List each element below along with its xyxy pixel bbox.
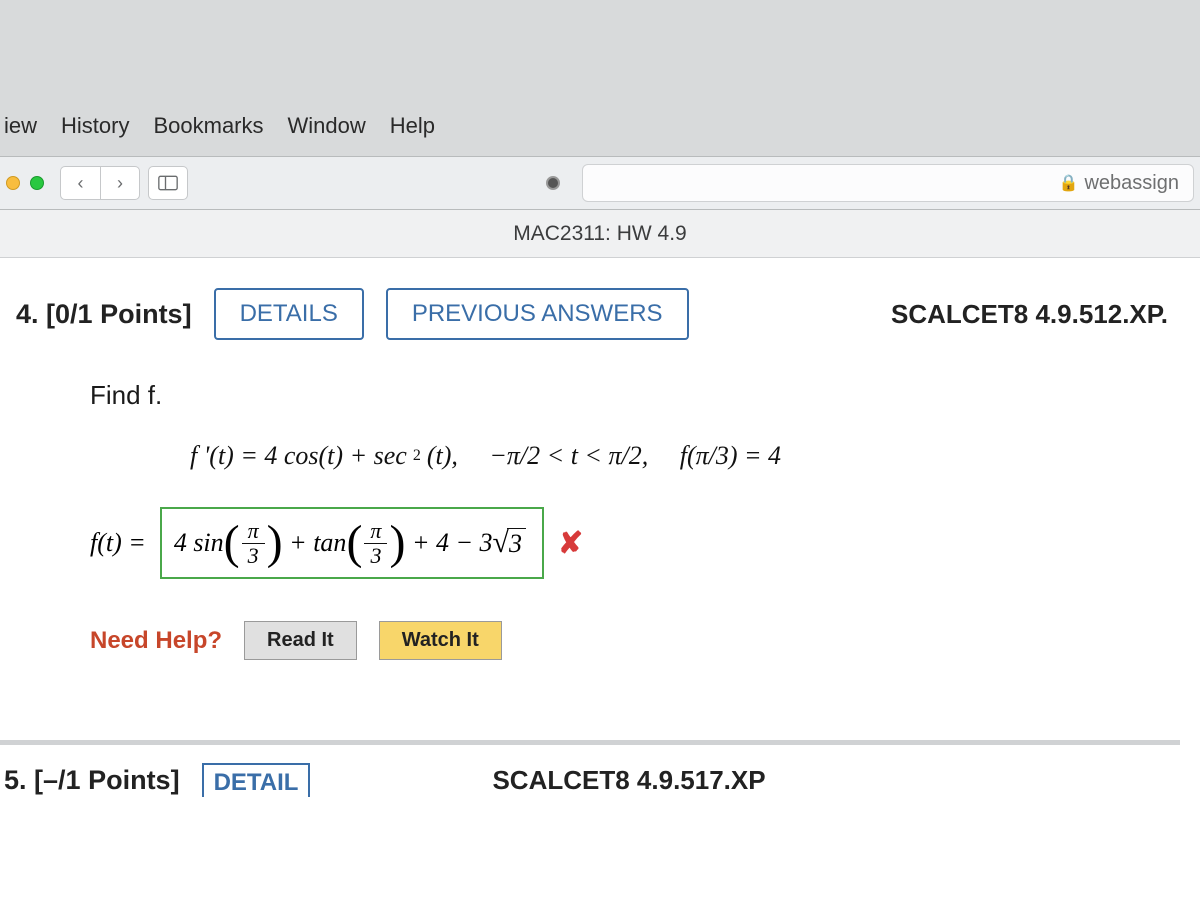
question-5-number: 5. [–/1 Points] bbox=[4, 765, 180, 796]
mac-menubar: iew History Bookmarks Window Help bbox=[0, 108, 1200, 144]
question-5-source-ref: SCALCET8 4.9.517.XP bbox=[492, 765, 765, 796]
question-5-header: 5. [–/1 Points] DETAIL SCALCET8 4.9.517.… bbox=[0, 763, 1180, 797]
question-prompt: Find f. bbox=[0, 380, 1180, 411]
forward-button[interactable]: › bbox=[100, 166, 140, 200]
bottom-fade bbox=[0, 888, 1200, 900]
minimize-button[interactable] bbox=[6, 176, 20, 190]
need-help-label: Need Help? bbox=[90, 627, 222, 655]
browser-toolbar: ‹ › 🔒 webassign bbox=[0, 156, 1200, 210]
watch-it-button[interactable]: Watch It bbox=[379, 621, 502, 660]
answer-label: f(t) = bbox=[90, 528, 146, 558]
sidebar-toggle-button[interactable] bbox=[148, 166, 188, 200]
answer-row: f(t) = 4 sin ( π 3 ) + tan ( π 3 ) + 4 −… bbox=[0, 507, 1180, 579]
incorrect-icon: ✘ bbox=[558, 526, 583, 561]
question-number: 4. [0/1 Points] bbox=[16, 299, 192, 330]
menu-item-help[interactable]: Help bbox=[390, 113, 435, 139]
sidebar-icon bbox=[158, 175, 178, 191]
menu-item-bookmarks[interactable]: Bookmarks bbox=[153, 113, 263, 139]
address-bar[interactable]: 🔒 webassign bbox=[582, 164, 1194, 202]
question-source-ref: SCALCET8 4.9.512.XP. bbox=[891, 299, 1180, 330]
nav-back-forward: ‹ › bbox=[60, 166, 140, 200]
need-help-row: Need Help? Read It Watch It bbox=[0, 621, 1180, 660]
lock-icon: 🔒 bbox=[1059, 173, 1079, 193]
page-content: 4. [0/1 Points] DETAILS PREVIOUS ANSWERS… bbox=[0, 258, 1200, 900]
tab-loading-indicator bbox=[546, 176, 560, 190]
traffic-lights bbox=[6, 176, 44, 190]
tab-title: MAC2311: HW 4.9 bbox=[513, 222, 687, 246]
menu-item-view[interactable]: iew bbox=[4, 113, 37, 139]
chevron-left-icon: ‹ bbox=[78, 173, 84, 194]
back-button[interactable]: ‹ bbox=[60, 166, 100, 200]
question-divider bbox=[0, 740, 1180, 745]
answer-input-box[interactable]: 4 sin ( π 3 ) + tan ( π 3 ) + 4 − 3 √ 3 bbox=[160, 507, 544, 579]
maximize-button[interactable] bbox=[30, 176, 44, 190]
details-button[interactable]: DETAILS bbox=[214, 288, 364, 340]
chevron-right-icon: › bbox=[117, 173, 123, 194]
menu-item-window[interactable]: Window bbox=[288, 113, 366, 139]
menu-item-history[interactable]: History bbox=[61, 113, 129, 139]
tab-title-bar: MAC2311: HW 4.9 bbox=[0, 210, 1200, 258]
details-button-partial[interactable]: DETAIL bbox=[202, 763, 311, 797]
question-4-header: 4. [0/1 Points] DETAILS PREVIOUS ANSWERS… bbox=[0, 288, 1180, 340]
read-it-button[interactable]: Read It bbox=[244, 621, 357, 660]
given-equation: f '(t) = 4 cos(t) + sec2(t), −π/2 < t < … bbox=[0, 441, 1180, 471]
site-label: webassign bbox=[1084, 172, 1179, 195]
previous-answers-button[interactable]: PREVIOUS ANSWERS bbox=[386, 288, 689, 340]
